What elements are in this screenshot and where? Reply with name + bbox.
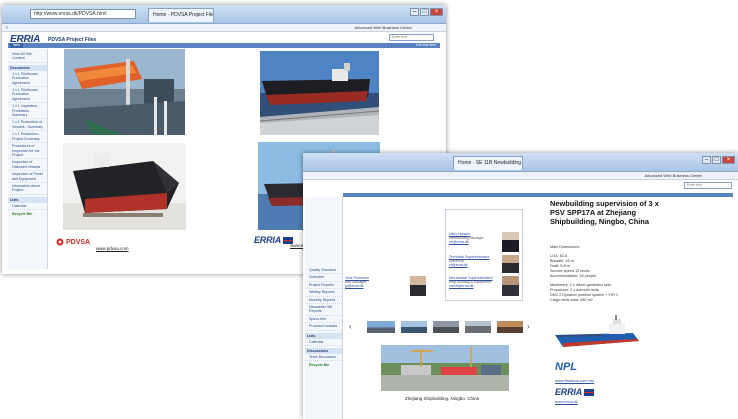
contact-card: Mechanical Superintendent Ship building …: [449, 276, 499, 289]
sidebar-item[interactable]: Monthly Reports: [305, 297, 342, 305]
contact-card: Jens Pedersen Site Manager jp@erria.dk: [345, 276, 369, 289]
npl-url[interactable]: www.ffmdaoo.com.mx: [555, 378, 594, 383]
search-hint: Advanced Web Business Center: [644, 173, 702, 178]
sidebar-item[interactable]: Weekly Reports: [305, 289, 342, 297]
site-toolbar: Advanced Web Business Center: [303, 172, 738, 180]
sidebar: Quality Standard Overview Project Report…: [305, 197, 343, 419]
npl-logo: NPL: [555, 361, 577, 373]
erria-flag-icon: [584, 388, 595, 396]
photo-hull-drydock: [63, 143, 186, 230]
erria-brand: ERRIA: [555, 387, 583, 397]
window-controls: – □ ×: [702, 156, 735, 164]
recycle-bin-link[interactable]: Recycle Bin: [305, 361, 342, 369]
shipyard-caption: Zhejiang Shipbuilding, Ningbo, China: [405, 396, 480, 401]
sidebar-view-all[interactable]: View All Site Content: [8, 51, 47, 63]
erria-footer-logo: ERRIA: [555, 387, 595, 397]
erria-url[interactable]: www.erria.dk: [555, 399, 578, 404]
close-button[interactable]: ×: [722, 156, 735, 164]
specs-block: Main Dimensions: LOA: 81.8 Breadth: 16 m…: [550, 245, 660, 303]
browser-tab[interactable]: Home · PDVSA Project Files: [148, 8, 214, 22]
contacts-lower: Jens Pedersen Site Manager jp@erria.dk: [345, 276, 445, 306]
site-toolbar: ≡ Advanced Web Business Center: [2, 24, 446, 32]
screenshot-collage: http://www.ennia.dk/PDVSA.html Home · PD…: [0, 0, 738, 419]
search-input[interactable]: Enter text: [684, 182, 732, 189]
avatar: [410, 276, 426, 296]
sidebar-item[interactable]: Procedures of Inspection for the Project: [8, 143, 47, 160]
thumbnail[interactable]: [367, 321, 395, 333]
sidebar-item[interactable]: Newsletter Wk Reports: [305, 304, 342, 316]
avatar: [502, 276, 519, 296]
photo-lifeboat-deck: [64, 49, 185, 135]
avatar: [502, 232, 519, 252]
sidebar-item[interactable]: 1 x 1 Production - Project Summary: [8, 131, 47, 144]
pdvsa-sun-icon: [56, 238, 64, 246]
new-button[interactable]: New: [10, 43, 24, 48]
pdvsa-url[interactable]: www.pdvsa.com: [96, 246, 129, 251]
sidebar-item[interactable]: Information about Project: [8, 183, 47, 195]
browser-window-newbuilding: Home · SE 11B Newbuilding – □ × Advanced…: [303, 153, 738, 419]
site-actions[interactable]: ≡: [6, 25, 8, 30]
sidebar-item[interactable]: Specs.Info: [305, 316, 342, 324]
address-bar[interactable]: http://www.ennia.dk/PDVSA.html: [30, 9, 136, 19]
thumbnail[interactable]: [433, 321, 459, 333]
contact-card: Technical Superintendent Electrical el@e…: [449, 255, 499, 268]
browser-chrome: http://www.ennia.dk/PDVSA.html Home · PD…: [2, 5, 446, 24]
sidebar-item-team-discussion[interactable]: Team Discussion: [305, 354, 342, 362]
sidebar: View All Site Content Documents 1 x 1 Pi…: [8, 49, 48, 269]
avatar: [502, 255, 519, 273]
sidebar-item-calendar[interactable]: Calendar: [305, 339, 342, 347]
minimize-button[interactable]: –: [410, 8, 419, 16]
thumbnail[interactable]: [465, 321, 491, 333]
thumbnail[interactable]: [401, 321, 427, 333]
sidebar-item[interactable]: 1 x 1 Pilothouse - Production Agreement: [8, 71, 47, 88]
erria-footer-logo: ERRIA: [254, 235, 294, 245]
sidebar-item[interactable]: Process/Contacts: [305, 323, 342, 331]
contact-email[interactable]: nh@erria.dk: [449, 240, 499, 244]
sidebar-item[interactable]: Quality Standard: [305, 267, 342, 275]
close-button[interactable]: ×: [430, 8, 443, 16]
browser-chrome: Home · SE 11B Newbuilding – □ ×: [303, 153, 738, 172]
window-controls: – □ ×: [410, 8, 443, 16]
photo-tanker-at-pier: [260, 51, 379, 135]
erria-brand: ERRIA: [254, 235, 282, 245]
top-nav-bar: Edit this item New: [8, 43, 440, 48]
sidebar-item[interactable]: 1 x 1 Production of Vessels - Summary: [8, 119, 47, 132]
pdvsa-logo: PDVSA: [56, 238, 90, 246]
sidebar-item[interactable]: 1 x 1 Pilothouse - Production Agreement: [8, 87, 47, 104]
photo-shipyard: [381, 345, 509, 391]
sidebar-item[interactable]: 1 x 1 Inspection - Production Summary: [8, 103, 47, 120]
contact-email[interactable]: mech@erria.dk: [449, 284, 499, 288]
sidebar-item[interactable]: Overview: [305, 274, 342, 282]
psv-vessel-illustration: [553, 315, 641, 351]
sidebar-item-calendar[interactable]: Calendar: [8, 203, 47, 211]
maximize-button[interactable]: □: [420, 8, 429, 16]
contact-card: Niels Hansen Newbuilding Manager nh@erri…: [449, 232, 499, 245]
sidebar-item[interactable]: Project Reports: [305, 282, 342, 290]
contacts-panel: Niels Hansen Newbuilding Manager nh@erri…: [445, 209, 523, 301]
browser-tab[interactable]: Home · SE 11B Newbuilding: [453, 156, 523, 170]
carousel-next-button[interactable]: ›: [527, 322, 530, 331]
carousel-prev-button[interactable]: ‹: [349, 322, 352, 331]
contact-email[interactable]: jp@erria.dk: [345, 284, 369, 288]
recycle-bin-link[interactable]: Recycle Bin: [8, 210, 47, 218]
thumbnail[interactable]: [497, 321, 523, 333]
search-hint: Advanced Web Business Center: [354, 25, 412, 30]
sidebar-item[interactable]: Inspection of Panel and Equipment: [8, 171, 47, 183]
search-input[interactable]: Enter text: [389, 34, 434, 41]
page-heading: Newbuilding supervision of 3 x PSV SPP17…: [550, 199, 659, 226]
pdvsa-brand: PDVSA: [66, 238, 91, 246]
top-nav-bar: [343, 193, 733, 197]
contact-email[interactable]: el@erria.dk: [449, 263, 499, 267]
sidebar-item[interactable]: Inspection of Hallowed Vessels: [8, 159, 47, 172]
minimize-button[interactable]: –: [702, 156, 711, 164]
edit-button[interactable]: Edit this item: [416, 43, 436, 48]
maximize-button[interactable]: □: [712, 156, 721, 164]
thumbnail-carousel: ‹ ›: [345, 319, 535, 337]
spec-line: Cargo deck area: 480 m2: [550, 298, 593, 302]
